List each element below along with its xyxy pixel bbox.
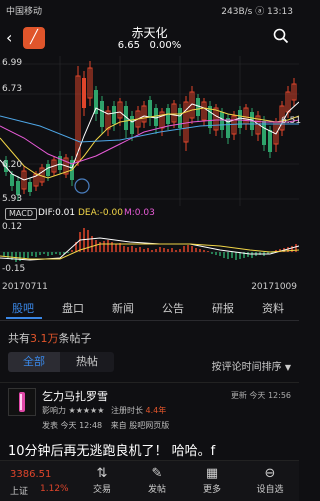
- trade-icon: ⇅: [96, 466, 108, 481]
- post-count-prefix: 共有: [8, 332, 30, 345]
- registration-label: 注册时长: [110, 406, 143, 415]
- stock-title: 赤天化: [131, 26, 168, 40]
- stock-change: 0.00%: [149, 40, 182, 51]
- sort-dropdown[interactable]: 按评论时间排序 ▼: [212, 358, 291, 373]
- stock-price-line: 6.65 0.00%: [0, 40, 299, 51]
- post-count-number: 3.1万: [30, 332, 59, 345]
- tab-pankou[interactable]: 盘口: [62, 300, 84, 316]
- macd-m: M:0.03: [124, 208, 155, 218]
- macd-y-bottom: -0.15: [2, 264, 26, 274]
- post-username[interactable]: 乞力马扎罗雪: [42, 388, 108, 404]
- zoom-icon[interactable]: [74, 178, 90, 194]
- y-label-bottom: 5.93: [2, 194, 23, 204]
- influence-rating: 影响力 ★★★★★: [42, 406, 105, 415]
- y-label-2: 6.73: [2, 84, 23, 94]
- sort-label: 按评论时间排序: [211, 362, 282, 373]
- post-button[interactable]: ✎ 发帖: [137, 466, 177, 495]
- macd-chart[interactable]: 0.12 -0.15: [0, 222, 300, 280]
- carrier-label: 中国移动: [6, 7, 43, 17]
- registration-value: 4.4年: [145, 406, 167, 415]
- macd-selector[interactable]: MACD: [5, 208, 37, 220]
- y-label-top: 6.99: [2, 58, 23, 68]
- trade-label: 交易: [92, 485, 111, 495]
- tab-research[interactable]: 研报: [212, 300, 234, 316]
- post-count: 共有3.1万条帖子: [8, 330, 92, 346]
- filter-all-button[interactable]: 全部: [8, 352, 60, 372]
- active-tab-indicator: [6, 317, 42, 319]
- search-icon[interactable]: [273, 28, 289, 44]
- tab-announcements[interactable]: 公告: [162, 300, 184, 316]
- avatar-image: [19, 392, 25, 412]
- date-end: 20171009: [251, 282, 297, 292]
- index-percent: 1.12%: [40, 484, 69, 494]
- section-tabs: 股吧 盘口 新闻 公告 研报 资料: [0, 296, 299, 321]
- post-source: 来自 股吧网页版: [110, 421, 170, 430]
- status-bar: 中国移动 243B/s ⓐ 13:13: [0, 0, 299, 20]
- bottom-bar: 3386.51 上证 1.12% ⇅ 交易 ✎ 发帖 ▦ 更多 ⊖ 设自选: [0, 460, 299, 501]
- avatar[interactable]: [8, 388, 36, 416]
- tab-news[interactable]: 新闻: [112, 300, 134, 316]
- macd-dif: DIF:0.01: [38, 208, 76, 218]
- date-start: 20170711: [2, 282, 48, 292]
- edit-icon: ✎: [151, 466, 163, 481]
- more-button[interactable]: ▦ 更多: [192, 466, 232, 495]
- tab-profile[interactable]: 资料: [262, 300, 284, 316]
- stock-price: 6.65: [117, 40, 140, 51]
- post-influence-line: 影响力 ★★★★★ 注册时长 4.4年: [42, 405, 166, 416]
- price-chart[interactable]: 6.99 6.73 6.20 5.93 6.51: [0, 56, 302, 206]
- minus-circle-icon: ⊖: [264, 466, 276, 481]
- post-update-time: 更新 今天 12:56: [230, 391, 291, 400]
- post-meta-line: 发表 今天 12:48 来自 股吧网页版: [42, 420, 169, 431]
- macd-y-top: 0.12: [2, 222, 23, 232]
- post-label: 发帖: [147, 485, 166, 495]
- grid-icon: ▦: [205, 466, 219, 481]
- add-favorite-label: 设自选: [256, 485, 284, 495]
- status-right: 243B/s ⓐ 13:13: [221, 7, 293, 17]
- post-text[interactable]: 10分钟后再无逃跑良机了！ 哈哈。f: [8, 440, 215, 459]
- macd-header: MACD DIF:0.01 DEA:-0.00 M:0.03: [0, 206, 299, 222]
- filter-hot-button[interactable]: 热帖: [60, 352, 114, 372]
- kline-svg: [0, 56, 300, 206]
- more-label: 更多: [202, 485, 221, 495]
- index-value[interactable]: 3386.51: [10, 469, 51, 480]
- last-price-label: 6.51: [281, 116, 302, 126]
- index-name[interactable]: 上证: [10, 484, 28, 497]
- macd-dea: DEA:-0.00: [78, 208, 123, 218]
- macd-svg: [0, 228, 300, 262]
- post-time: 发表 今天 12:48: [42, 421, 103, 430]
- add-favorite-button[interactable]: ⊖ 设自选: [250, 466, 290, 495]
- trade-button[interactable]: ⇅ 交易: [82, 466, 122, 495]
- chevron-down-icon: ▼: [284, 363, 291, 372]
- post-count-suffix: 条帖子: [58, 332, 92, 345]
- y-label-3: 6.20: [2, 160, 23, 170]
- tab-guba[interactable]: 股吧: [12, 300, 34, 316]
- date-axis: 20170711 20171009: [0, 280, 299, 294]
